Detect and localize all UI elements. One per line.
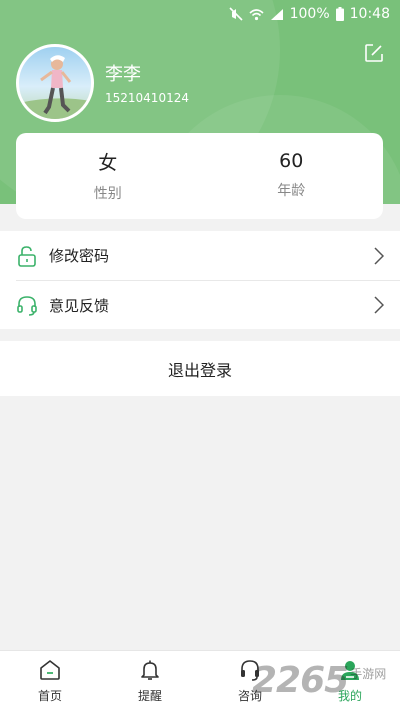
tab-label-consult: 咨询 (237, 689, 262, 703)
age-info: 60 年龄 (200, 133, 384, 219)
menu-item-change-password[interactable]: 修改密码 (0, 231, 400, 280)
menu-label-feedback: 意见反馈 (49, 296, 110, 315)
gender-info: 女 性别 (16, 133, 200, 219)
avatar[interactable] (16, 44, 94, 122)
wifi-icon (249, 8, 264, 20)
edit-icon[interactable] (364, 43, 384, 63)
status-time: 10:48 (349, 6, 390, 22)
tab-mine[interactable]: 我的 (300, 651, 400, 711)
menu-item-feedback[interactable]: 意见反馈 (16, 280, 400, 329)
status-bar: 100% 10:48 (0, 0, 400, 28)
signal-icon (270, 8, 283, 20)
user-name: 李李 (105, 64, 141, 85)
tab-home[interactable]: 首页 (0, 651, 100, 711)
battery-icon (335, 7, 344, 21)
battery-percent: 100% (289, 6, 330, 22)
gender-value: 女 (98, 151, 118, 174)
info-card: 女 性别 60 年龄 (16, 133, 383, 219)
headset-icon (241, 660, 259, 681)
unlock-icon (18, 245, 36, 267)
bottom-tab-bar: 首页 提醒 咨询 我的 (0, 650, 400, 711)
user-phone: 15210410124 (105, 91, 189, 105)
logout-button[interactable]: 退出登录 (0, 341, 400, 396)
age-label: 年龄 (277, 183, 306, 199)
tab-label-home: 首页 (37, 689, 62, 703)
chevron-right-icon (374, 246, 384, 265)
avatar-image (19, 55, 91, 119)
tab-label-mine: 我的 (337, 689, 362, 703)
user-icon (341, 661, 359, 680)
tab-consult[interactable]: 咨询 (200, 651, 300, 711)
headset-icon (17, 296, 37, 316)
menu-label-change-password: 修改密码 (49, 247, 110, 265)
chevron-right-icon (374, 296, 384, 314)
age-value: 60 (279, 150, 304, 172)
settings-menu: 修改密码 意见反馈 (0, 231, 400, 329)
bell-icon (141, 660, 159, 680)
mute-icon (229, 7, 243, 21)
tab-label-remind: 提醒 (137, 689, 162, 703)
home-icon (40, 660, 60, 680)
gender-label: 性别 (93, 185, 122, 202)
tab-remind[interactable]: 提醒 (100, 651, 200, 711)
